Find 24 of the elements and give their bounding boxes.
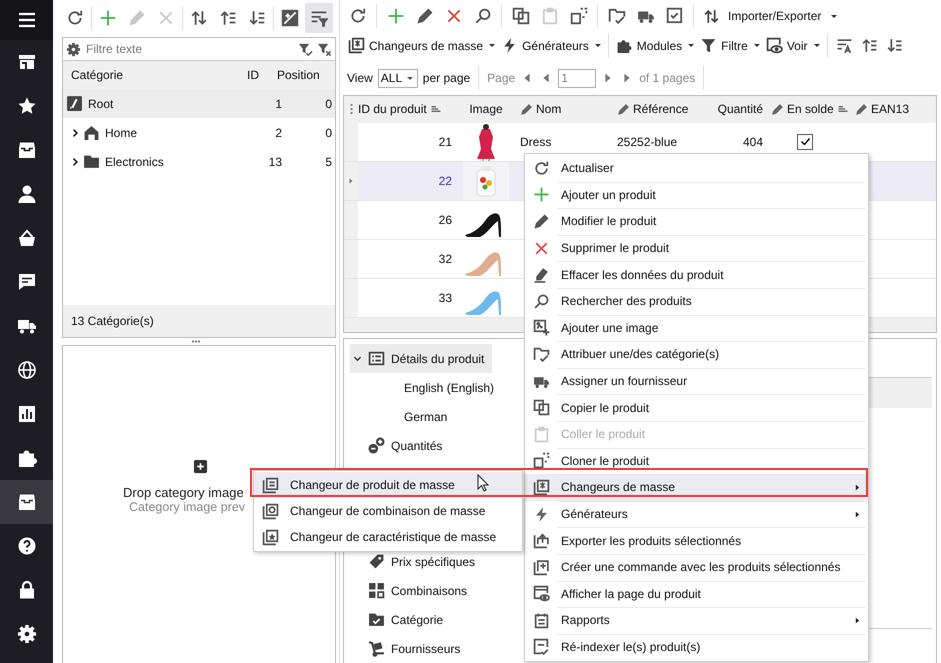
category-position: 0 [324, 126, 333, 140]
category-position: 0 [324, 96, 333, 110]
table-cell-text: 404 [742, 134, 764, 149]
category-name: Electronics [105, 154, 165, 168]
category-name: Root [88, 96, 114, 110]
drop-image-hint: Category image prev [129, 500, 246, 514]
category-position: 5 [324, 154, 333, 168]
table-cell-text: 33 [438, 290, 453, 305]
per-page-label: per page [422, 71, 470, 86]
table-cell-text: 21 [438, 134, 453, 149]
page-label: Page [487, 71, 516, 86]
table-cell-text: 25252-blue [616, 134, 678, 149]
category-count: 13 Catégorie(s) [71, 314, 154, 328]
table-cell: Dress [520, 134, 552, 149]
category-id: 1 [274, 96, 282, 110]
view-label: View [347, 71, 373, 86]
page-count: of 1 pages [639, 71, 696, 86]
category-id: 2 [274, 126, 282, 140]
category-name: Home [105, 126, 138, 140]
table-cell-text: 32 [438, 252, 453, 266]
drop-image-title: Drop category image [123, 485, 244, 500]
category-id: 13 [268, 154, 282, 168]
table-cell-text: 22 [438, 174, 453, 188]
table-cell-text: 26 [438, 212, 453, 227]
